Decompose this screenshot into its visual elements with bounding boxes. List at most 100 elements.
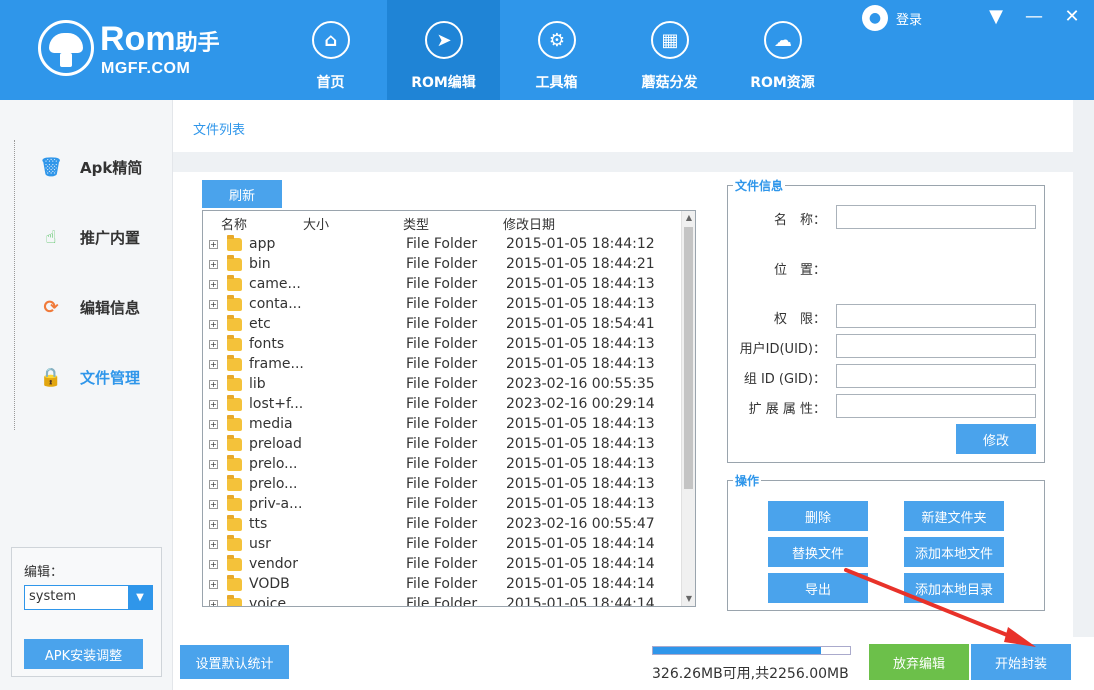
row-name: came... — [249, 276, 301, 292]
table-row[interactable]: + app File Folder 2015-01-05 18:44:12 — [203, 235, 683, 255]
expand-icon[interactable]: + — [209, 340, 218, 349]
nav-rom-edit[interactable]: ➤ ROM编辑 — [387, 0, 500, 100]
bottom-action-bar: 设置默认统计 326.26MB可用,共2256.00MB 放弃编辑 开始封装 — [173, 637, 1094, 690]
nav-toolbox[interactable]: ⚙ 工具箱 — [500, 0, 613, 100]
row-type: File Folder — [406, 376, 478, 392]
trash-icon: 🗑 — [39, 156, 63, 178]
expand-icon[interactable]: + — [209, 240, 218, 249]
row-date: 2015-01-05 18:44:13 — [506, 416, 655, 432]
row-name: preload — [249, 436, 302, 452]
row-date: 2015-01-05 18:44:13 — [506, 356, 655, 372]
expand-icon[interactable]: + — [209, 400, 218, 409]
expand-icon[interactable]: + — [209, 560, 218, 569]
expand-icon[interactable]: + — [209, 380, 218, 389]
row-name: lib — [249, 376, 266, 392]
nav-home[interactable]: ⌂ 首页 — [274, 0, 387, 100]
column-header-size[interactable]: 大小 — [303, 214, 329, 233]
table-row[interactable]: + prelo... File Folder 2015-01-05 18:44:13 — [203, 475, 683, 495]
row-date: 2015-01-05 18:44:14 — [506, 596, 655, 607]
table-row[interactable]: + tts File Folder 2023-02-16 00:55:47 — [203, 515, 683, 535]
column-header-date[interactable]: 修改日期 — [503, 214, 555, 233]
login-link[interactable]: ● 登录 — [862, 5, 922, 31]
gid-field[interactable] — [836, 364, 1036, 388]
table-row[interactable]: + lib File Folder 2023-02-16 00:55:35 — [203, 375, 683, 395]
folder-icon — [227, 435, 242, 451]
table-row[interactable]: + prelo... File Folder 2015-01-05 18:44:13 — [203, 455, 683, 475]
column-header-type[interactable]: 类型 — [403, 214, 429, 233]
table-row[interactable]: + bin File Folder 2015-01-05 18:44:21 — [203, 255, 683, 275]
new-folder-button[interactable]: 新建文件夹 — [904, 501, 1004, 531]
start-package-button[interactable]: 开始封装 — [971, 644, 1071, 680]
expand-icon[interactable]: + — [209, 460, 218, 469]
apk-install-adjust-button[interactable]: APK安装调整 — [24, 639, 143, 669]
nav-distribute[interactable]: ▦ 蘑菇分发 — [613, 0, 726, 100]
row-type: File Folder — [406, 556, 478, 572]
expand-icon[interactable]: + — [209, 280, 218, 289]
expand-icon[interactable]: + — [209, 500, 218, 509]
expand-icon[interactable]: + — [209, 520, 218, 529]
abandon-edit-button[interactable]: 放弃编辑 — [869, 644, 969, 680]
chevron-down-icon[interactable]: ▼ — [128, 586, 152, 609]
expand-icon[interactable]: + — [209, 300, 218, 309]
table-row[interactable]: + etc File Folder 2015-01-05 18:54:41 — [203, 315, 683, 335]
minimize-icon[interactable]: — — [1024, 6, 1044, 27]
delete-button[interactable]: 删除 — [768, 501, 868, 531]
row-type: File Folder — [406, 356, 478, 372]
expand-icon[interactable]: + — [209, 420, 218, 429]
uid-field[interactable] — [836, 334, 1036, 358]
table-row[interactable]: + fonts File Folder 2015-01-05 18:44:13 — [203, 335, 683, 355]
modify-button[interactable]: 修改 — [956, 424, 1036, 454]
table-row[interactable]: + came... File Folder 2015-01-05 18:44:13 — [203, 275, 683, 295]
name-field[interactable] — [836, 205, 1036, 229]
table-row[interactable]: + media File Folder 2015-01-05 18:44:13 — [203, 415, 683, 435]
expand-icon[interactable]: + — [209, 260, 218, 269]
expand-icon[interactable]: + — [209, 480, 218, 489]
export-button[interactable]: 导出 — [768, 573, 868, 603]
dropdown-menu-icon[interactable]: ▼ — [986, 6, 1006, 27]
expand-icon[interactable]: + — [209, 320, 218, 329]
replace-file-button[interactable]: 替换文件 — [768, 537, 868, 567]
sidebar-item-file-manager[interactable]: 🔒 文件管理 — [14, 357, 164, 397]
table-row[interactable]: + usr File Folder 2015-01-05 18:44:14 — [203, 535, 683, 555]
table-row[interactable]: + lost+f... File Folder 2023-02-16 00:29:14 — [203, 395, 683, 415]
table-row[interactable]: + VODB File Folder 2015-01-05 18:44:14 — [203, 575, 683, 595]
table-row[interactable]: + preload File Folder 2015-01-05 18:44:13 — [203, 435, 683, 455]
sidebar-item-promo-builtin[interactable]: ☝ 推广内置 — [14, 217, 164, 257]
default-stats-button[interactable]: 设置默认统计 — [180, 645, 289, 679]
folder-icon — [227, 475, 242, 491]
add-local-dir-button[interactable]: 添加本地目录 — [904, 573, 1004, 603]
expand-icon[interactable]: + — [209, 600, 218, 606]
table-row[interactable]: + voice File Folder 2015-01-05 18:44:14 — [203, 595, 683, 607]
close-icon[interactable]: ✕ — [1062, 6, 1082, 27]
row-name: fonts — [249, 336, 285, 352]
row-type: File Folder — [406, 256, 478, 272]
sidebar-item-apk-slim[interactable]: 🗑 Apk精简 — [14, 147, 164, 187]
nav-rom-resources[interactable]: ☁ ROM资源 — [726, 0, 839, 100]
table-row[interactable]: + conta... File Folder 2015-01-05 18:44:13 — [203, 295, 683, 315]
row-name: vendor — [249, 556, 298, 572]
login-label: 登录 — [896, 12, 923, 28]
partition-select[interactable]: system ▼ — [24, 585, 153, 610]
add-local-file-button[interactable]: 添加本地文件 — [904, 537, 1004, 567]
cursor-icon: ➤ — [425, 21, 463, 59]
vertical-scrollbar[interactable]: ▲ ▼ — [681, 211, 695, 606]
sidebar-item-edit-info[interactable]: ⟳ 编辑信息 — [14, 287, 164, 327]
column-header-name[interactable]: 名称 — [221, 214, 247, 233]
scroll-up-icon[interactable]: ▲ — [682, 211, 695, 225]
row-name: app — [249, 236, 276, 252]
ext-attr-field[interactable] — [836, 394, 1036, 418]
refresh-button[interactable]: 刷新 — [202, 180, 282, 208]
scrollbar-thumb[interactable] — [684, 227, 693, 489]
cloud-icon: ☁ — [764, 21, 802, 59]
table-row[interactable]: + vendor File Folder 2015-01-05 18:44:14 — [203, 555, 683, 575]
expand-icon[interactable]: + — [209, 440, 218, 449]
expand-icon[interactable]: + — [209, 360, 218, 369]
expand-icon[interactable]: + — [209, 580, 218, 589]
permission-field[interactable] — [836, 304, 1036, 328]
file-tree[interactable]: 名称 大小 类型 修改日期 + app File Folder 2015-01-05 … — [202, 210, 696, 607]
scroll-down-icon[interactable]: ▼ — [682, 592, 695, 606]
expand-icon[interactable]: + — [209, 540, 218, 549]
table-row[interactable]: + priv-a... File Folder 2015-01-05 18:44:13 — [203, 495, 683, 515]
table-row[interactable]: + frame... File Folder 2015-01-05 18:44:13 — [203, 355, 683, 375]
row-type: File Folder — [406, 276, 478, 292]
